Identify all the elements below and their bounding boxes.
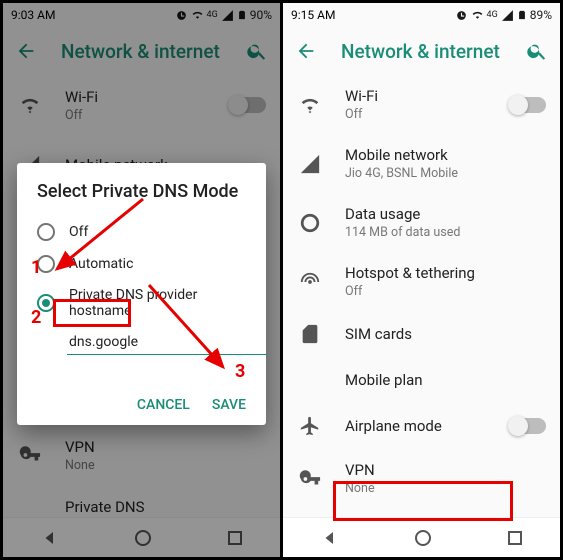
save-button[interactable]: SAVE [212, 397, 246, 413]
radio-label: Off [69, 224, 88, 240]
airplane-icon [299, 415, 321, 437]
radio-hostname[interactable]: Private DNS provider hostname [37, 280, 246, 326]
radio-label: Private DNS provider hostname [69, 287, 246, 319]
phone-right: 9:15 AM 4G 89% Network & internet Wi-Fi … [283, 3, 560, 557]
hotspot-icon [299, 271, 321, 293]
back-icon[interactable] [295, 40, 317, 62]
hostname-input[interactable]: dns.google [67, 332, 267, 355]
item-label: Data usage [345, 205, 546, 223]
radio-off[interactable]: Off [37, 216, 246, 248]
item-airplane[interactable]: Airplane mode [283, 403, 560, 449]
wifi-icon [299, 94, 321, 116]
item-label: Wi-Fi [345, 87, 488, 105]
item-mobile[interactable]: Mobile network Jio 4G, BSNL Mobile [283, 134, 560, 193]
item-label: Airplane mode [345, 417, 488, 435]
wifi-toggle[interactable] [510, 97, 546, 113]
alarm-icon [455, 9, 468, 22]
radio-icon [37, 223, 55, 241]
cancel-button[interactable]: CANCEL [137, 397, 190, 413]
item-label: SIM cards [345, 325, 546, 343]
item-sub: 114 MB of data used [345, 225, 546, 240]
status-time: 9:15 AM [291, 8, 335, 22]
item-wifi[interactable]: Wi-Fi Off [283, 75, 560, 134]
sim-icon [299, 323, 321, 345]
appbar: Network & internet [283, 27, 560, 75]
item-sub: None [345, 481, 546, 496]
search-icon[interactable] [526, 40, 548, 62]
item-label: Hotspot & tethering [345, 264, 546, 282]
item-label: Mobile network [345, 146, 546, 164]
signal-icon [299, 153, 321, 175]
item-private-dns[interactable]: Private DNS dns.google [283, 508, 560, 515]
radio-label: Automatic [69, 256, 133, 272]
radio-icon [37, 294, 55, 312]
item-label: Mobile plan [345, 371, 546, 389]
data-usage-icon [299, 212, 321, 234]
item-vpn[interactable]: VPN None [283, 449, 560, 508]
vpn-key-icon [299, 468, 321, 490]
private-dns-dialog: Select Private DNS Mode Off Automatic Pr… [17, 163, 266, 425]
status-net: 4G [487, 10, 498, 20]
status-battery: 89% [530, 8, 552, 22]
item-hotspot[interactable]: Hotspot & tethering Off [283, 252, 560, 311]
nav-recent-icon[interactable] [508, 531, 522, 545]
battery-icon [517, 8, 527, 22]
nav-back-icon[interactable] [321, 529, 339, 547]
page-title: Network & internet [341, 40, 502, 63]
item-plan[interactable]: Mobile plan [283, 357, 560, 403]
dialog-title: Select Private DNS Mode [37, 181, 246, 202]
item-sub: Off [345, 107, 488, 122]
status-bar: 9:15 AM 4G 89% [283, 3, 560, 27]
phone-left: 9:03 AM 4G 90% Network & internet Wi-Fi … [3, 3, 280, 557]
signal-icon [501, 9, 514, 22]
item-sim[interactable]: SIM cards [283, 311, 560, 357]
nav-bar [283, 517, 560, 557]
item-data[interactable]: Data usage 114 MB of data used [283, 193, 560, 252]
settings-list: Wi-Fi Off Mobile network Jio 4G, BSNL Mo… [283, 75, 560, 515]
item-label: VPN [345, 461, 546, 479]
item-sub: Jio 4G, BSNL Mobile [345, 166, 546, 181]
nav-home-icon[interactable] [415, 530, 431, 546]
status-right: 4G 89% [455, 8, 552, 22]
radio-automatic[interactable]: Automatic [37, 248, 246, 280]
item-sub: Off [345, 284, 546, 299]
radio-icon [37, 255, 55, 273]
airplane-toggle[interactable] [510, 418, 546, 434]
wifi-icon [471, 9, 484, 22]
